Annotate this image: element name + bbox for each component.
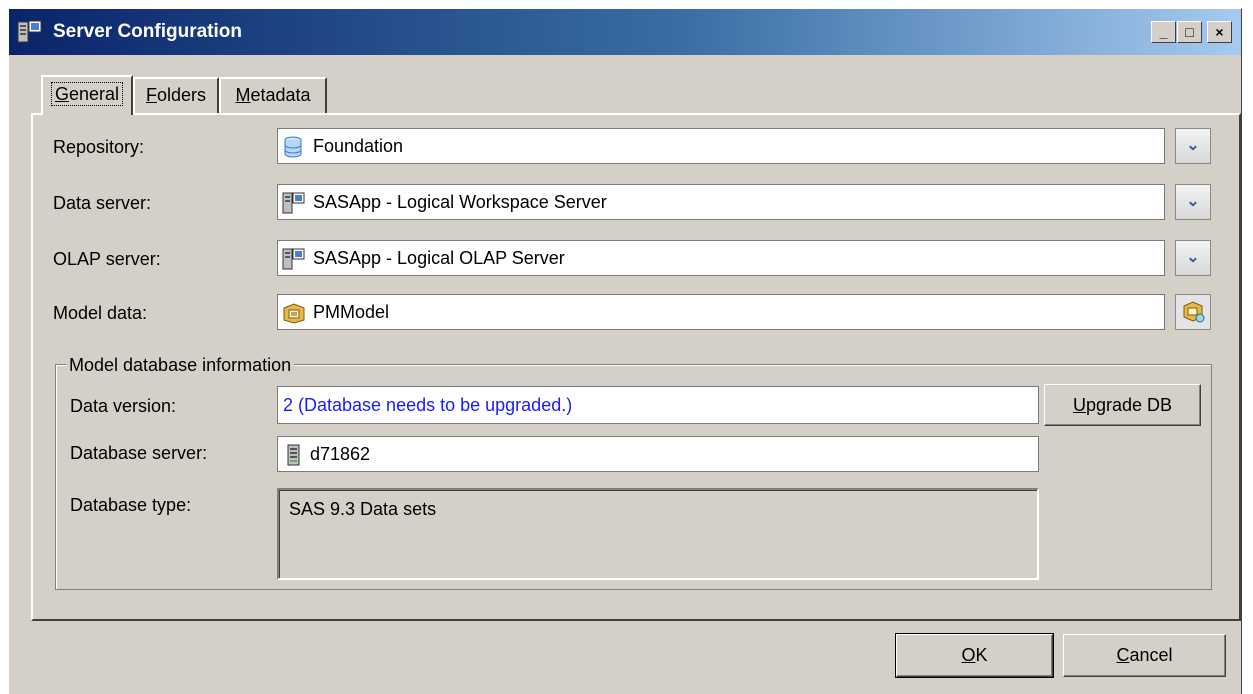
data-version-value: 2 (Database needs to be upgraded.) bbox=[283, 395, 573, 415]
ok-button[interactable]: OK bbox=[895, 633, 1054, 678]
tab-general[interactable]: General bbox=[41, 75, 133, 115]
tab-folders-mnemonic: F bbox=[145, 85, 157, 105]
server-icon bbox=[282, 191, 308, 225]
tab-metadata-mnemonic: M bbox=[235, 85, 251, 105]
model-data-value: PMModel bbox=[313, 302, 390, 322]
repository-value: Foundation bbox=[313, 136, 404, 156]
data-server-value: SASApp - Logical Workspace Server bbox=[313, 192, 607, 212]
model-database-title: Model database information bbox=[66, 355, 295, 375]
server-icon bbox=[282, 247, 308, 281]
data-version-field: 2 (Database needs to be upgraded.) bbox=[277, 386, 1039, 424]
tab-folders[interactable]: Folders bbox=[133, 77, 219, 114]
cancel-button[interactable]: Cancel bbox=[1063, 634, 1226, 677]
server-configuration-dialog: Server Configuration _ □ × General Folde… bbox=[8, 8, 1242, 694]
browse-model-button[interactable] bbox=[1175, 294, 1211, 330]
maximize-button[interactable]: □ bbox=[1177, 21, 1202, 43]
database-server-label: Database server: bbox=[70, 443, 208, 463]
close-button[interactable]: × bbox=[1207, 21, 1232, 43]
model-data-label: Model data: bbox=[53, 303, 148, 323]
olap-server-label: OLAP server: bbox=[53, 249, 161, 269]
chevron-down-icon: ⌄ bbox=[1186, 193, 1200, 210]
olap-server-value: SASApp - Logical OLAP Server bbox=[313, 248, 565, 268]
model-data-field[interactable]: PMModel bbox=[277, 294, 1165, 330]
olap-server-select[interactable]: SASApp - Logical OLAP Server bbox=[277, 240, 1165, 276]
database-server-value: d71862 bbox=[310, 444, 371, 464]
window-title: Server Configuration bbox=[53, 21, 242, 42]
tab-general-mnemonic: G bbox=[54, 84, 69, 104]
upgrade-db-mnemonic: U bbox=[1072, 395, 1086, 415]
minimize-button[interactable]: _ bbox=[1151, 21, 1176, 43]
data-version-label: Data version: bbox=[70, 396, 177, 416]
data-server-dropdown-button[interactable]: ⌄ bbox=[1175, 184, 1211, 220]
repository-label: Repository: bbox=[53, 137, 145, 157]
tab-metadata[interactable]: Metadata bbox=[219, 77, 327, 114]
database-server-field: d71862 bbox=[277, 436, 1039, 472]
repository-dropdown-button[interactable]: ⌄ bbox=[1175, 128, 1211, 164]
chevron-down-icon: ⌄ bbox=[1186, 249, 1200, 266]
database-icon bbox=[282, 135, 304, 169]
data-server-select[interactable]: SASApp - Logical Workspace Server bbox=[277, 184, 1165, 220]
database-type-value: SAS 9.3 Data sets bbox=[289, 499, 437, 519]
cancel-mnemonic: C bbox=[1116, 645, 1130, 665]
tab-general-label: eneral bbox=[68, 84, 120, 104]
upgrade-db-label: pgrade DB bbox=[1085, 395, 1173, 415]
title-bar[interactable]: Server Configuration _ □ × bbox=[9, 9, 1241, 55]
repository-select[interactable]: Foundation bbox=[277, 128, 1165, 164]
cancel-label: ancel bbox=[1129, 645, 1173, 665]
server-icon bbox=[287, 444, 301, 471]
tab-folders-label: olders bbox=[156, 85, 207, 105]
chevron-down-icon: ⌄ bbox=[1186, 137, 1200, 154]
browse-icon bbox=[1182, 300, 1206, 329]
ok-mnemonic: O bbox=[961, 645, 976, 665]
ok-label: K bbox=[975, 645, 988, 665]
server-icon bbox=[17, 20, 43, 44]
database-type-field: SAS 9.3 Data sets bbox=[277, 488, 1039, 580]
database-type-label: Database type: bbox=[70, 495, 192, 515]
model-icon bbox=[282, 301, 306, 335]
olap-server-dropdown-button[interactable]: ⌄ bbox=[1175, 240, 1211, 276]
data-server-label: Data server: bbox=[53, 193, 152, 213]
upgrade-db-button[interactable]: Upgrade DB bbox=[1044, 384, 1201, 426]
tab-metadata-label: etadata bbox=[250, 85, 311, 105]
